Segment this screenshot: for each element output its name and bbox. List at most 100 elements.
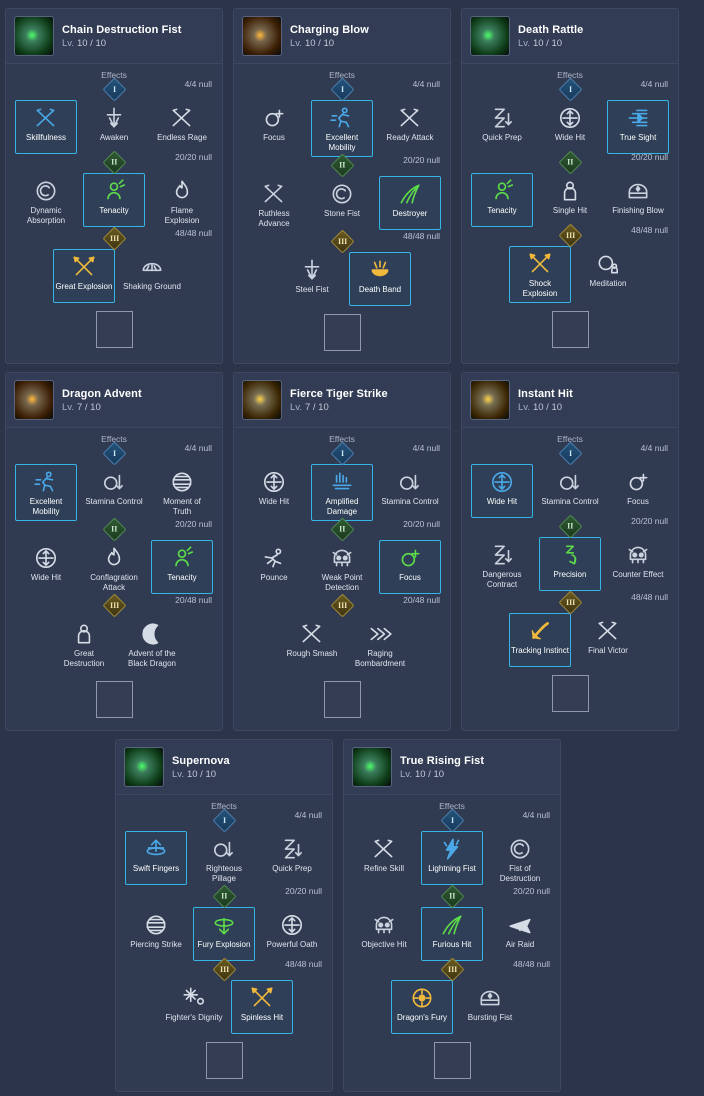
tripod-node[interactable]: Refine Skill xyxy=(353,831,415,885)
tripod-node-selected[interactable]: Fury Explosion xyxy=(193,907,255,961)
tripod-node-selected[interactable]: Death Band xyxy=(349,252,411,306)
empty-rune-slot[interactable] xyxy=(433,1042,471,1079)
tripod-node[interactable]: Objective Hit xyxy=(353,907,415,961)
skill-level-value: 10 / 10 xyxy=(414,768,445,780)
skill-card[interactable]: True Rising Fist Lv. 10 / 10 Effects I Refine… xyxy=(343,739,561,1092)
skill-card-header: Instant Hit Lv. 10 / 10 xyxy=(462,373,678,428)
tripod-node-selected[interactable]: Focus xyxy=(379,540,441,594)
empty-rune-slot[interactable] xyxy=(323,681,361,718)
tripod-node[interactable]: Fighter's Dignity xyxy=(163,980,225,1034)
tripod-node-selected[interactable]: Amplified Damage xyxy=(311,464,373,521)
green-warrior-icon xyxy=(101,178,127,204)
tripod-node[interactable]: Counter Effect xyxy=(607,537,669,591)
tripod-node[interactable]: Single Hit xyxy=(539,173,601,227)
tripod-node-selected[interactable]: Excellent Mobility xyxy=(311,100,373,157)
tripod-node[interactable]: Piercing Strike xyxy=(125,907,187,961)
empty-rune-slot[interactable] xyxy=(551,675,589,712)
skill-portrait-icon xyxy=(470,16,510,56)
tripod-node[interactable]: Fist of Destruction xyxy=(489,831,551,888)
tripod-node[interactable]: Quick Prep xyxy=(261,831,323,885)
tripod-node[interactable]: Conflagration Attack xyxy=(83,540,145,597)
tripod-node[interactable]: Powerful Oath xyxy=(261,907,323,961)
hourglass-arrow-icon xyxy=(279,836,305,862)
tripod-node[interactable]: Endless Rage xyxy=(151,100,213,154)
skill-level-prefix: Lv. xyxy=(518,37,530,49)
tier-numeral: I xyxy=(112,85,116,94)
tripod-node-row: Wide Hit Stamina Control Focus xyxy=(468,464,672,518)
tripod-node[interactable]: Dangerous Contract xyxy=(471,537,533,594)
tripod-point-cap: 48/48 null xyxy=(175,228,212,238)
tripod-node[interactable]: Great Destruction xyxy=(53,616,115,673)
tripod-node[interactable]: Raging Bombardment xyxy=(349,616,411,673)
tier-numeral: III xyxy=(109,234,119,243)
empty-rune-slot[interactable] xyxy=(95,681,133,718)
skill-card[interactable]: Charging Blow Lv. 10 / 10 Effects I Focus Exce… xyxy=(233,8,451,364)
tripod-node[interactable]: Shaking Ground xyxy=(121,249,183,303)
tripod-node-selected[interactable]: Dragon's Fury xyxy=(391,980,453,1034)
tripod-node[interactable]: Wide Hit xyxy=(539,100,601,154)
empty-rune-slot[interactable] xyxy=(323,314,361,351)
tripod-node[interactable]: Flame Explosion xyxy=(151,173,213,230)
tripod-node-selected[interactable]: Great Explosion xyxy=(53,249,115,303)
tripod-node-selected[interactable]: Tenacity xyxy=(471,173,533,227)
skill-card[interactable]: Instant Hit Lv. 10 / 10 Effects I Wide Hit Sta… xyxy=(461,372,679,731)
tripod-node-selected[interactable]: Excellent Mobility xyxy=(15,464,77,521)
tripod-node[interactable]: Finishing Blow xyxy=(607,173,669,227)
tripod-node-selected[interactable]: Tenacity xyxy=(151,540,213,594)
skill-level: Lv. 10 / 10 xyxy=(400,769,484,780)
tripod-point-cap: 4/4 null xyxy=(640,79,668,89)
tripod-node[interactable]: Stone Fist xyxy=(311,176,373,230)
tripod-node[interactable]: Ruthless Advance xyxy=(243,176,305,233)
tripod-node-selected[interactable]: Destroyer xyxy=(379,176,441,230)
tripod-node[interactable]: Focus xyxy=(243,100,305,154)
tripod-node-selected[interactable]: Lightning Fist xyxy=(421,831,483,885)
tripod-node-selected[interactable]: Swift Fingers xyxy=(125,831,187,885)
tripod-node[interactable]: Awaken xyxy=(83,100,145,154)
tripod-node[interactable]: Stamina Control xyxy=(379,464,441,518)
tripod-node[interactable]: Ready Attack xyxy=(379,100,441,154)
tripod-node[interactable]: Focus xyxy=(607,464,669,518)
tripod-node[interactable]: Righteous Pillage xyxy=(193,831,255,888)
skill-portrait-icon xyxy=(352,747,392,787)
tripod-node[interactable]: Stamina Control xyxy=(539,464,601,518)
tripod-node[interactable]: Air Raid xyxy=(489,907,551,961)
tripod-node-selected[interactable]: Wide Hit xyxy=(471,464,533,518)
tripod-node[interactable]: Rough Smash xyxy=(281,616,343,670)
tripod-node[interactable]: Final Victor xyxy=(577,613,639,667)
tripod-node[interactable]: Quick Prep xyxy=(471,100,533,154)
tripod-node-selected[interactable]: Tracking Instinct xyxy=(509,613,571,667)
tripod-node[interactable]: Weak Point Detection xyxy=(311,540,373,597)
tripod-node[interactable]: Meditation xyxy=(577,246,639,300)
tripod-node-selected[interactable]: Shock Explosion xyxy=(509,246,571,303)
skill-card[interactable]: Supernova Lv. 10 / 10 Effects I Swift Fingers… xyxy=(115,739,333,1092)
empty-rune-slot[interactable] xyxy=(205,1042,243,1079)
tripod-node[interactable]: Steel Fist xyxy=(281,252,343,306)
empty-rune-slot[interactable] xyxy=(551,311,589,348)
tripod-point-cap: 20/48 null xyxy=(403,595,440,605)
tripod-point-cap: 4/4 null xyxy=(294,810,322,820)
tripod-node[interactable]: Moment of Truth xyxy=(151,464,213,521)
tripod-node-selected[interactable]: Tenacity xyxy=(83,173,145,227)
tripod-tier: I Focus Excellent Mobility Ready Attack 4/4 … xyxy=(240,77,444,157)
tripod-node-selected[interactable]: Precision xyxy=(539,537,601,591)
blue-expand-arrows-icon xyxy=(489,469,515,495)
skill-card[interactable]: Death Rattle Lv. 10 / 10 Effects I Quick Prep… xyxy=(461,8,679,364)
tripod-node[interactable]: Bursting Fist xyxy=(459,980,521,1034)
tripod-node-selected[interactable]: Spinless Hit xyxy=(231,980,293,1034)
skill-portrait-icon xyxy=(470,380,510,420)
skill-card[interactable]: Chain Destruction Fist Lv. 10 / 10 Effects I… xyxy=(5,8,223,364)
skill-card[interactable]: Dragon Advent Lv. 7 / 10 Effects I Excellent … xyxy=(5,372,223,731)
tripod-node[interactable]: Wide Hit xyxy=(243,464,305,518)
tripod-node-selected[interactable]: Skillfulness xyxy=(15,100,77,154)
tripod-node[interactable]: Pounce xyxy=(243,540,305,594)
tripod-node-selected[interactable]: Furious Hit xyxy=(421,907,483,961)
tripod-node[interactable]: Advent of the Black Dragon xyxy=(121,616,183,673)
skill-card[interactable]: Fierce Tiger Strike Lv. 7 / 10 Effects I Wide… xyxy=(233,372,451,731)
empty-rune-slot[interactable] xyxy=(95,311,133,348)
tripod-node[interactable]: Stamina Control xyxy=(83,464,145,518)
tripod-node-selected[interactable]: True Sight xyxy=(607,100,669,154)
skill-level-value: 10 / 10 xyxy=(304,37,335,49)
tripod-node-label: Tenacity xyxy=(99,206,129,215)
tripod-node[interactable]: Wide Hit xyxy=(15,540,77,594)
tripod-node[interactable]: Dynamic Absorption xyxy=(15,173,77,230)
